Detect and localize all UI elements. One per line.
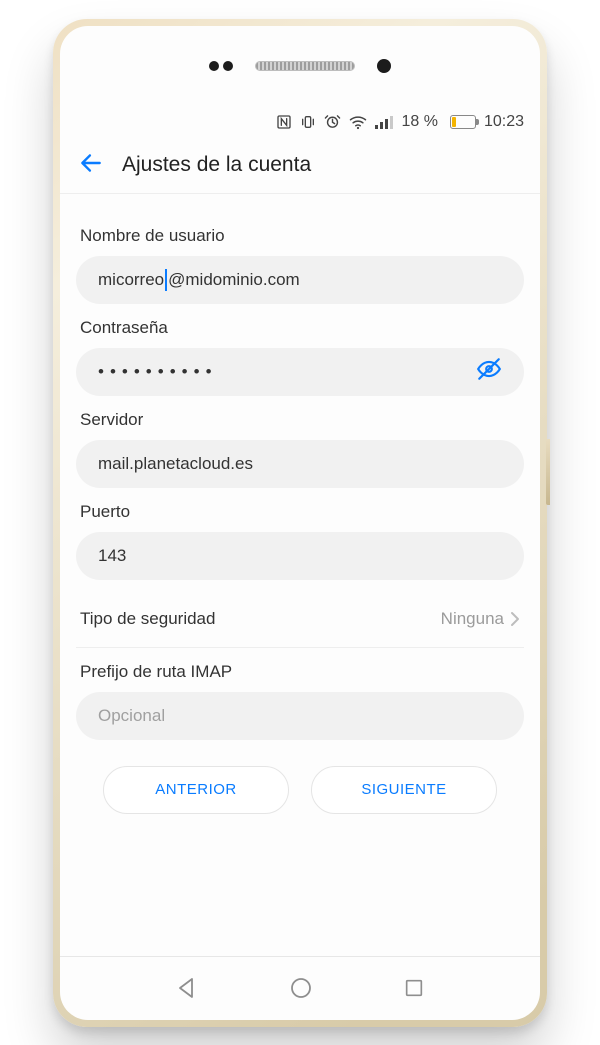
nav-recent-icon[interactable]	[403, 977, 425, 999]
server-label: Servidor	[80, 410, 520, 430]
nav-home-icon[interactable]	[289, 976, 313, 1000]
clock-text: 10:23	[484, 113, 524, 131]
imap-prefix-field[interactable]	[98, 692, 502, 740]
imap-prefix-label: Prefijo de ruta IMAP	[80, 662, 520, 682]
prev-button[interactable]: ANTERIOR	[103, 766, 289, 814]
port-label: Puerto	[80, 502, 520, 522]
phone-mockup: 18 % 10:23 Ajustes de la cuenta Nombre d…	[53, 19, 547, 1027]
imap-prefix-input[interactable]	[76, 692, 524, 740]
security-value: Ninguna	[441, 609, 504, 629]
alarm-icon	[324, 113, 341, 130]
port-value: 143	[98, 546, 126, 566]
app-bar: Ajustes de la cuenta	[60, 138, 540, 194]
sensor-dot	[209, 61, 219, 71]
action-row: ANTERIOR SIGUIENTE	[76, 766, 524, 814]
password-masked-value: ••••••••••	[98, 362, 218, 382]
server-input[interactable]: mail.planetacloud.es	[76, 440, 524, 488]
cellular-signal-icon	[375, 115, 393, 129]
next-button[interactable]: SIGUIENTE	[311, 766, 497, 814]
eye-off-icon[interactable]	[476, 356, 502, 387]
hw-power-button	[546, 439, 550, 505]
nav-back-icon[interactable]	[175, 976, 199, 1000]
sensor-dot	[223, 61, 233, 71]
username-input[interactable]: micorreo @midominio.com	[76, 256, 524, 304]
battery-percent-text: 18 %	[401, 113, 437, 131]
android-nav-bar	[60, 956, 540, 1020]
text-caret	[165, 269, 167, 291]
back-icon[interactable]	[78, 150, 104, 181]
password-input[interactable]: ••••••••••	[76, 348, 524, 396]
username-label: Nombre de usuario	[80, 226, 520, 246]
nfc-icon	[276, 114, 292, 130]
page-title: Ajustes de la cuenta	[122, 153, 311, 177]
speaker-grille	[255, 61, 355, 71]
status-bar: 18 % 10:23	[60, 106, 540, 138]
username-value-b: @midominio.com	[168, 270, 300, 290]
username-value-a: micorreo	[98, 270, 164, 290]
security-label: Tipo de seguridad	[80, 609, 215, 629]
security-type-selector[interactable]: Tipo de seguridad Ninguna	[76, 592, 524, 648]
settings-form: Nombre de usuario micorreo @midominio.co…	[60, 194, 540, 956]
phone-top-bezel	[60, 26, 540, 106]
vibrate-icon	[300, 114, 316, 130]
chevron-right-icon	[510, 611, 520, 627]
battery-icon	[446, 115, 476, 129]
wifi-icon	[349, 114, 367, 130]
server-value: mail.planetacloud.es	[98, 454, 253, 474]
port-input[interactable]: 143	[76, 532, 524, 580]
password-label: Contraseña	[80, 318, 520, 338]
front-camera	[377, 59, 391, 73]
